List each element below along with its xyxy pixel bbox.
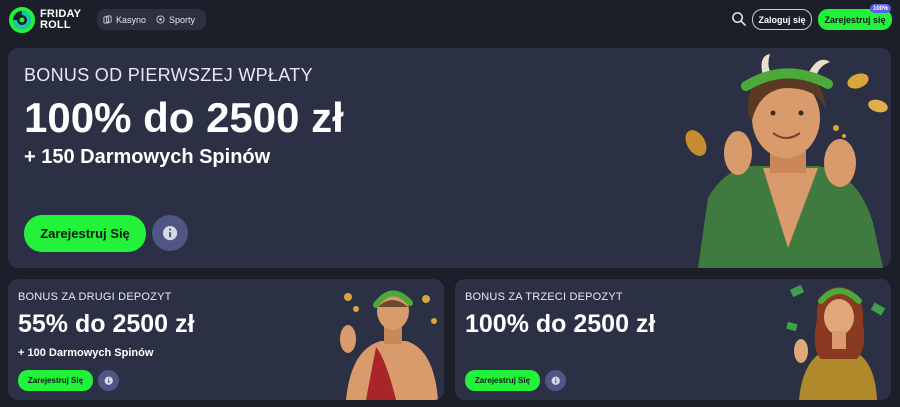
logo-line-2: ROLL: [40, 19, 71, 31]
offer-info-button[interactable]: [98, 370, 119, 391]
nav-item-label: Sporty: [169, 14, 196, 25]
ball-icon: [156, 15, 165, 24]
register-badge: 100%: [870, 4, 892, 13]
offer-kicker: BONUS ZA DRUGI DEPOZYT: [18, 291, 172, 303]
second-deposit-card: BONUS ZA DRUGI DEPOZYT 55% do 2500 zł + …: [8, 279, 444, 400]
offer-info-button[interactable]: [545, 370, 566, 391]
hero-spins: + 150 Darmowych Spinów: [24, 146, 271, 168]
logo[interactable]: FRIDAY ROLL: [8, 6, 81, 34]
hero-info-button[interactable]: [152, 215, 188, 251]
satyr-character-illustration: [685, 54, 888, 268]
nav-item-sporty[interactable]: Sporty: [156, 15, 195, 25]
offer-register-button[interactable]: Zarejestruj Się: [18, 370, 93, 391]
login-button[interactable]: Zaloguj się: [752, 9, 812, 30]
offer-amount: 55% do 2500 zł: [18, 310, 195, 338]
hero-bonus-card: BONUS OD PIERWSZEJ WPŁATY 100% do 2500 z…: [8, 48, 891, 268]
offer-amount: 100% do 2500 zł: [465, 310, 656, 338]
info-icon: [104, 376, 113, 385]
nav-item-label: Kasyno: [116, 14, 147, 25]
badge-text: 100%: [873, 5, 889, 12]
hero-register-button[interactable]: Zarejestruj Się: [24, 215, 146, 252]
third-deposit-card: BONUS ZA TRZECI DEPOZYT 100% do 2500 zł …: [455, 279, 891, 400]
offer-register-button[interactable]: Zarejestruj Się: [465, 370, 540, 391]
toga-character-illustration: [340, 290, 438, 400]
info-icon: [162, 225, 178, 241]
nymph-character-illustration: [786, 284, 886, 400]
top-bar: FRIDAY ROLL Kasyno Sporty Zaloguj się Za…: [0, 0, 900, 40]
hero-kicker: BONUS OD PIERWSZEJ WPŁATY: [24, 65, 313, 85]
offer-kicker: BONUS ZA TRZECI DEPOZYT: [465, 291, 623, 303]
offer-spins: + 100 Darmowych Spinów: [18, 347, 154, 359]
nav-switcher: Kasyno Sporty: [97, 9, 206, 30]
search-icon[interactable]: [731, 11, 746, 26]
info-icon: [551, 376, 560, 385]
hero-amount: 100% do 2500 zł: [24, 94, 344, 141]
logo-text: FRIDAY ROLL: [40, 9, 81, 31]
nav-item-kasyno[interactable]: Kasyno: [103, 15, 146, 25]
cards-icon: [103, 15, 112, 24]
logo-mark-icon: [9, 7, 35, 33]
